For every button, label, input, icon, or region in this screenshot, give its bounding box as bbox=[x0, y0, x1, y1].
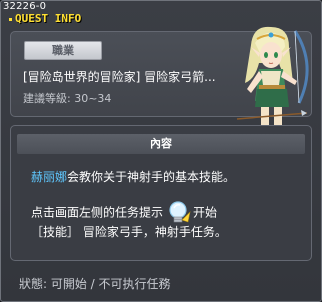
job-badge: 職業 bbox=[24, 41, 102, 60]
content-line-2-text: 点击画面左侧的任务提示 bbox=[31, 205, 164, 220]
quest-status: 狀態: 可開始 / 不可执行任務 bbox=[19, 277, 171, 291]
quest-name: [冒险岛世界的冒险家] 冒险家弓箭... bbox=[23, 70, 216, 84]
window-title-text: QUEST INFO bbox=[15, 12, 82, 25]
content-line-2-after: 开始 bbox=[193, 205, 218, 220]
content-section-header: 內容 bbox=[17, 134, 305, 154]
quest-info-window: 32226-0 QUEST INFO 職業 [冒险岛世界的冒险家] 冒险家弓箭.… bbox=[0, 0, 322, 302]
title-dot-icon bbox=[9, 17, 12, 21]
content-line-1: 赫丽娜会教你关于神射手的基本技能。 bbox=[31, 168, 235, 185]
content-line-1-text: 会教你关于神射手的基本技能。 bbox=[67, 170, 236, 184]
window-title: QUEST INFO bbox=[9, 12, 81, 25]
quest-id: 32226-0 bbox=[3, 1, 47, 12]
recommended-level: 建議等級: 30~34 bbox=[23, 92, 112, 105]
content-line-3: ［技能］ 冒险家弓手，神射手任务。 bbox=[31, 225, 227, 239]
npc-name-link[interactable]: 赫丽娜 bbox=[31, 170, 67, 184]
